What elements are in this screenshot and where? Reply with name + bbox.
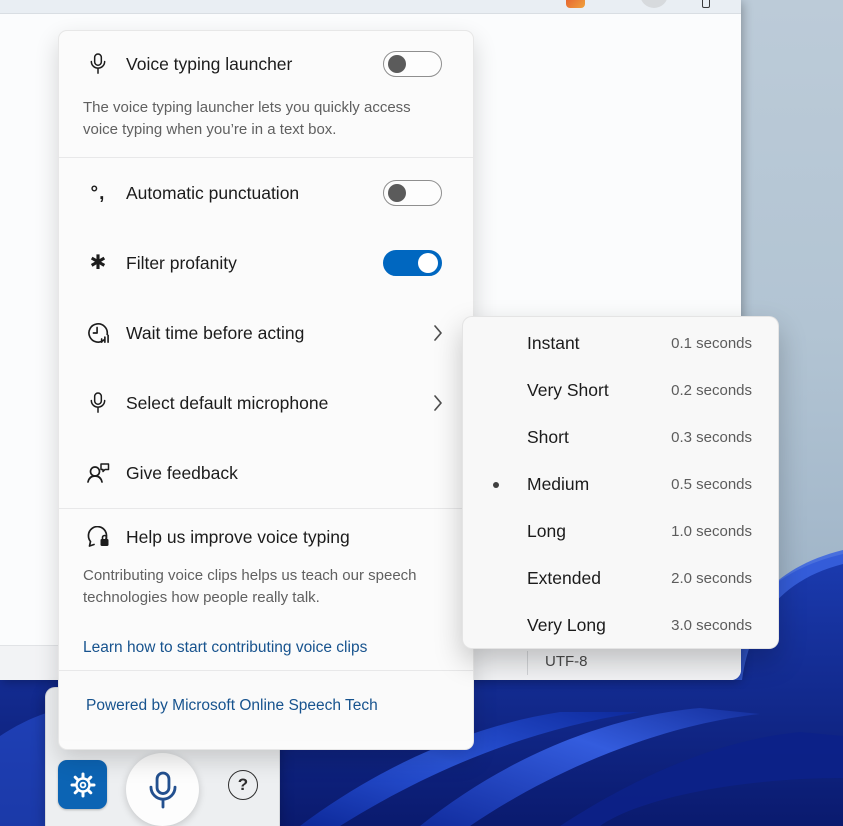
submenu-item-value: 1.0 seconds (671, 523, 752, 540)
powered-by-link[interactable]: Powered by Microsoft Online Speech Tech (86, 697, 378, 715)
voice-typing-settings-panel: Voice typing launcher The voice typing l… (58, 30, 474, 750)
submenu-item-value: 0.3 seconds (671, 429, 752, 446)
help-us-improve-label: Help us improve voice typing (126, 527, 473, 548)
row-help-us-improve[interactable]: Help us improve voice typing (59, 509, 473, 565)
toggle-knob (388, 55, 406, 73)
settings-gear-button[interactable] (58, 760, 107, 809)
chevron-right-icon (433, 324, 445, 342)
app-logo-icon (566, 0, 585, 8)
submenu-item-label: Extended (527, 568, 671, 589)
microphone-icon (85, 52, 111, 76)
chevron-right-icon (433, 394, 445, 412)
submenu-item-label: Medium (527, 474, 671, 495)
give-feedback-label: Give feedback (126, 463, 473, 484)
submenu-item-label: Very Long (527, 615, 671, 636)
row-filter-profanity[interactable]: ✱ Filter profanity (59, 228, 473, 298)
row-select-default-microphone[interactable]: Select default microphone (59, 368, 473, 438)
submenu-item-value: 0.1 seconds (671, 335, 752, 352)
microphone-icon (85, 391, 111, 415)
submenu-item-medium[interactable]: Medium 0.5 seconds (463, 461, 778, 508)
desktop: UTF-8 ? (0, 0, 843, 826)
status-bar-divider (527, 651, 528, 675)
row-give-feedback[interactable]: Give feedback (59, 438, 473, 508)
microphone-icon (146, 770, 180, 810)
row-voice-typing-launcher[interactable]: Voice typing launcher (59, 31, 473, 97)
punctuation-icon: °, (85, 184, 111, 203)
feedback-icon (85, 462, 111, 484)
submenu-item-label: Instant (527, 333, 671, 354)
submenu-item-very-short[interactable]: Very Short 0.2 seconds (463, 367, 778, 414)
submenu-item-value: 0.2 seconds (671, 382, 752, 399)
learn-contributing-link[interactable]: Learn how to start contributing voice cl… (59, 625, 473, 657)
submenu-item-value: 0.5 seconds (671, 476, 752, 493)
selected-bullet (493, 482, 499, 488)
panel-footer: Powered by Microsoft Online Speech Tech (59, 671, 473, 741)
row-wait-time[interactable]: Wait time before acting (59, 298, 473, 368)
toggle-knob (418, 253, 438, 273)
filter-profanity-label: Filter profanity (126, 253, 383, 274)
automatic-punctuation-toggle[interactable] (383, 180, 442, 206)
launcher-description: The voice typing launcher lets you quick… (59, 97, 473, 157)
toggle-knob (388, 184, 406, 202)
submenu-item-long[interactable]: Long 1.0 seconds (463, 508, 778, 555)
wait-time-label: Wait time before acting (126, 323, 433, 344)
submenu-item-very-long[interactable]: Very Long 3.0 seconds (463, 602, 778, 649)
submenu-item-short[interactable]: Short 0.3 seconds (463, 414, 778, 461)
voice-typing-launcher-toggle[interactable] (383, 51, 442, 77)
background-titlebar (0, 0, 741, 14)
device-icon (702, 0, 710, 8)
submenu-item-value: 2.0 seconds (671, 570, 752, 587)
microphone-button[interactable] (126, 753, 199, 826)
submenu-item-label: Short (527, 427, 671, 448)
help-button[interactable]: ? (228, 770, 258, 800)
clock-icon (85, 322, 111, 344)
question-mark-icon: ? (238, 775, 248, 795)
filter-profanity-toggle[interactable] (383, 250, 442, 276)
gear-icon (69, 771, 97, 799)
automatic-punctuation-label: Automatic punctuation (126, 183, 383, 204)
submenu-item-label: Long (527, 521, 671, 542)
avatar (640, 0, 668, 8)
encoding-status: UTF-8 (545, 653, 588, 670)
submenu-item-instant[interactable]: Instant 0.1 seconds (463, 320, 778, 367)
wait-time-submenu: Instant 0.1 seconds Very Short 0.2 secon… (462, 316, 779, 649)
submenu-item-value: 3.0 seconds (671, 617, 752, 634)
select-default-microphone-label: Select default microphone (126, 393, 433, 414)
submenu-item-label: Very Short (527, 380, 671, 401)
row-automatic-punctuation[interactable]: °, Automatic punctuation (59, 158, 473, 228)
speech-bubble-lock-icon (85, 526, 111, 548)
asterisk-icon: ✱ (85, 253, 111, 273)
voice-typing-launcher-label: Voice typing launcher (126, 54, 383, 75)
help-section-description: Contributing voice clips helps us teach … (59, 565, 473, 625)
submenu-item-extended[interactable]: Extended 2.0 seconds (463, 555, 778, 602)
